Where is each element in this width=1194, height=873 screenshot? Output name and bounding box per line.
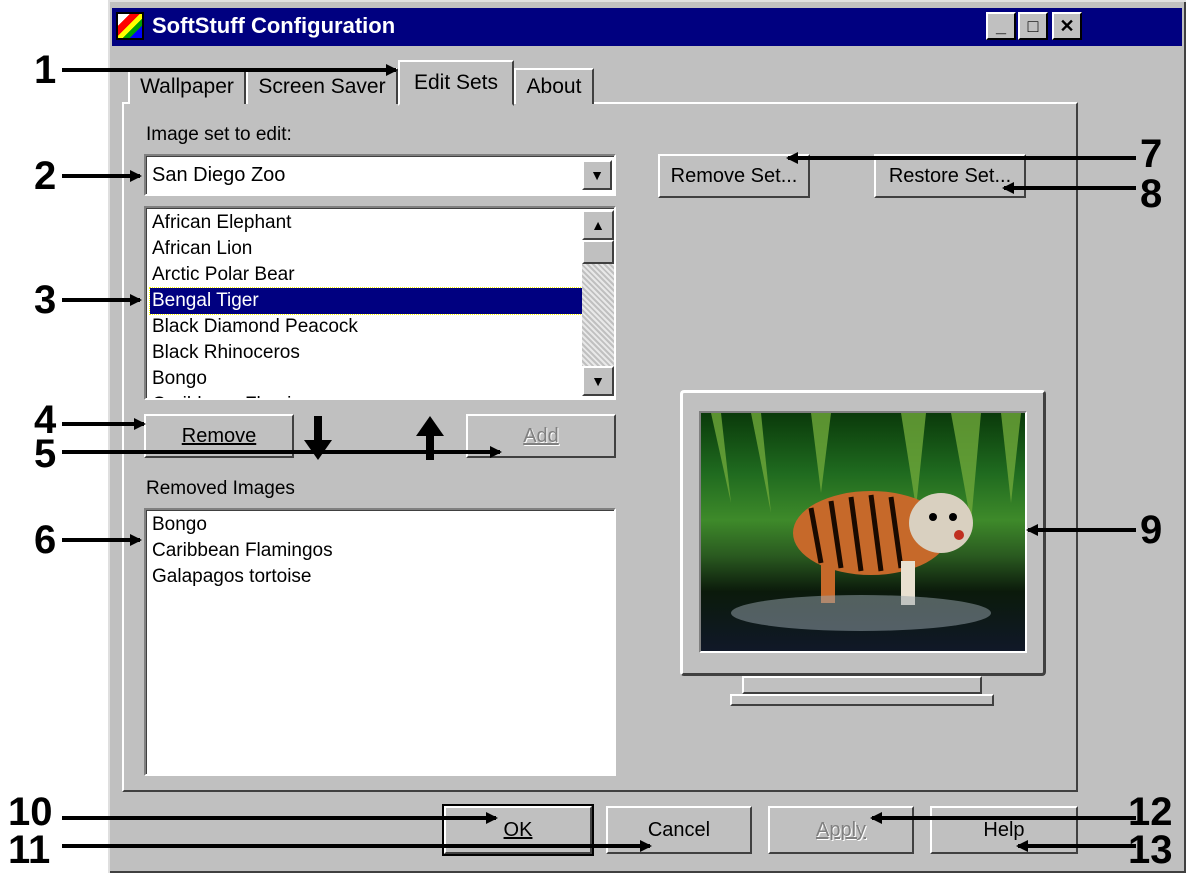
list-item-selected[interactable]: Bengal Tiger [149, 287, 583, 315]
restore-set-button[interactable]: Restore Set... [874, 154, 1026, 198]
monitor-preview [680, 390, 1046, 686]
image-set-label-text: Image set to edit: [146, 124, 292, 145]
callout-3: 3 [34, 278, 57, 322]
removed-images-label: Removed Images [146, 478, 295, 499]
help-button[interactable]: Help [930, 806, 1078, 854]
apply-button[interactable]: Apply [768, 806, 914, 854]
arrow-up-icon [416, 416, 444, 460]
list-item[interactable]: Bongo [150, 512, 207, 538]
callout-1: 1 [34, 48, 57, 92]
tiger-photo [711, 413, 1021, 631]
callout-6: 6 [34, 518, 57, 562]
tab-screen-saver[interactable]: Screen Saver [246, 68, 398, 104]
callout-8: 8 [1140, 172, 1163, 216]
remove-button[interactable]: Remove [144, 414, 294, 458]
list-item[interactable]: Black Rhinoceros [150, 340, 300, 366]
tab-edit-sets[interactable]: Edit Sets [398, 60, 514, 106]
scroll-up-button[interactable]: ▲ [582, 210, 614, 240]
chevron-up-icon: ▲ [591, 217, 605, 233]
maximize-button[interactable]: □ [1018, 12, 1048, 40]
scroll-down-button[interactable]: ▼ [582, 366, 614, 396]
list-item[interactable]: Galapagos tortoise [150, 564, 312, 590]
callout-5: 5 [34, 432, 57, 476]
image-set-value: San Diego Zoo [152, 164, 286, 186]
list-item[interactable]: Caribbean Flamingos [150, 538, 333, 564]
removed-images-list[interactable]: Bongo Caribbean Flamingos Galapagos tort… [144, 508, 616, 776]
monitor-stand [742, 676, 982, 694]
list-item[interactable]: African Elephant [150, 210, 291, 236]
tab-wallpaper[interactable]: Wallpaper [128, 68, 246, 104]
cancel-button[interactable]: Cancel [606, 806, 752, 854]
list-item[interactable]: Black Diamond Peacock [150, 314, 358, 340]
scroll-thumb[interactable] [582, 240, 614, 264]
list-item[interactable]: Bongo [150, 366, 207, 392]
app-icon[interactable] [116, 12, 144, 40]
chevron-down-icon: ▼ [590, 167, 604, 183]
add-button[interactable]: Add [466, 414, 616, 458]
ok-button[interactable]: OK [442, 804, 594, 856]
close-button[interactable]: ✕ [1052, 12, 1082, 40]
image-list[interactable]: African Elephant African Lion Arctic Pol… [144, 206, 616, 400]
remove-set-button[interactable]: Remove Set... [658, 154, 810, 198]
callout-13: 13 [1128, 828, 1173, 872]
window-title: SoftStuff Configuration [152, 13, 396, 38]
move-arrows [304, 416, 444, 460]
image-set-dropdown[interactable]: San Diego Zoo ▼ [144, 154, 616, 196]
callout-11: 11 [8, 828, 51, 872]
minimize-button[interactable]: _ [986, 12, 1016, 40]
callout-7: 7 [1140, 132, 1163, 176]
arrow-down-icon [304, 416, 332, 460]
dropdown-arrow-button[interactable]: ▼ [582, 160, 612, 190]
tab-about[interactable]: About [514, 68, 594, 104]
chevron-down-icon: ▼ [591, 373, 605, 389]
monitor-base [730, 694, 994, 706]
tiger-preview-image [699, 411, 1027, 653]
callout-2: 2 [34, 154, 57, 198]
callout-9: 9 [1140, 508, 1163, 552]
image-set-label: Image set to edit: [146, 124, 292, 146]
list-item[interactable]: Arctic Polar Bear [150, 262, 295, 288]
list-item[interactable]: African Lion [150, 236, 252, 262]
list-item[interactable]: Caribbean Flamingos [150, 392, 333, 398]
